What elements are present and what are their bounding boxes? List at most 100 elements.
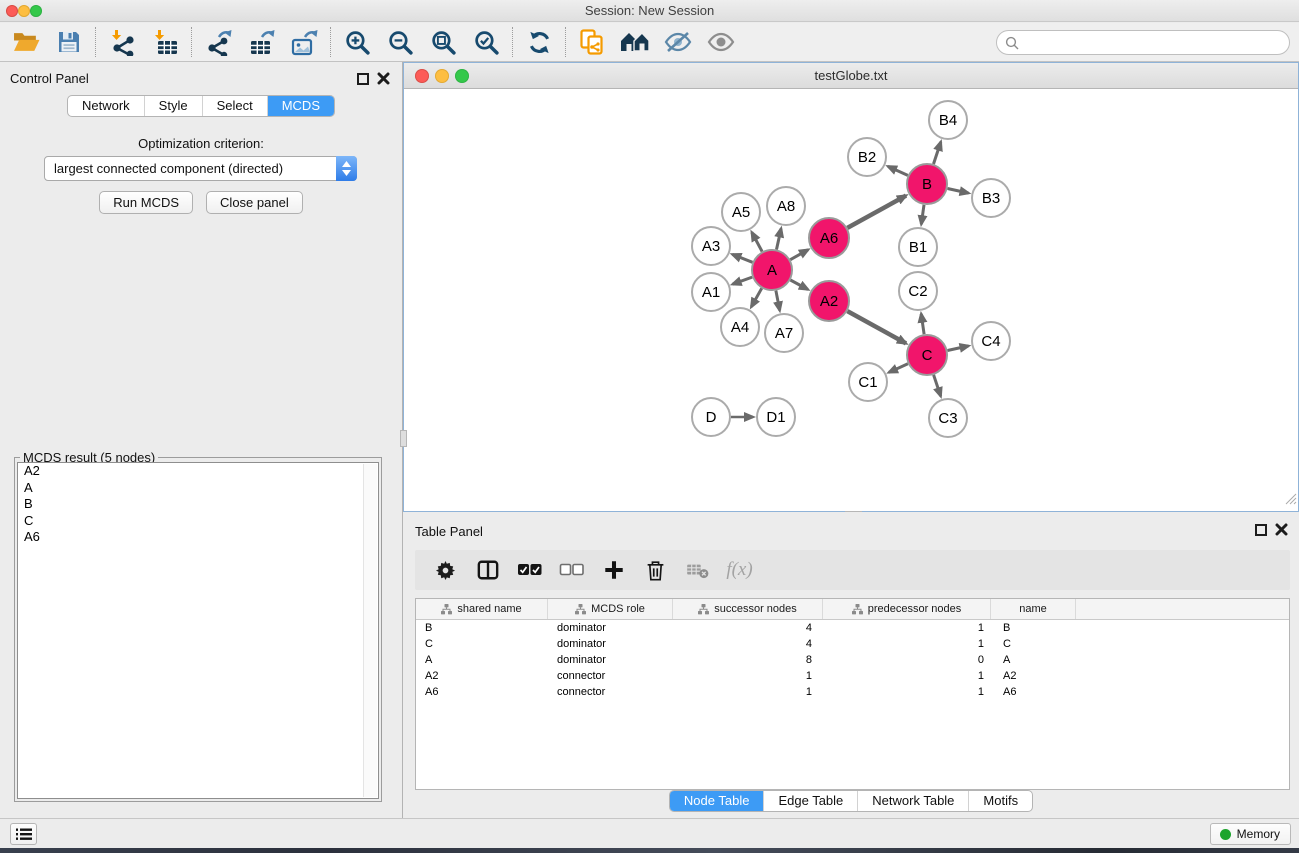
zoom-selected-button[interactable] xyxy=(471,27,501,57)
task-history-button[interactable] xyxy=(10,823,37,845)
graph-edge-C-C2[interactable] xyxy=(921,314,924,334)
graph-node-D[interactable]: D xyxy=(692,398,730,436)
close-panel-icon[interactable] xyxy=(377,72,390,85)
export-network-button[interactable] xyxy=(203,27,233,57)
tab-mcds[interactable]: MCDS xyxy=(267,96,334,116)
import-table-button[interactable] xyxy=(150,27,180,57)
close-panel-icon[interactable] xyxy=(1275,523,1288,536)
graph-node-A[interactable]: A xyxy=(752,250,792,290)
table-row[interactable]: Bdominator41B xyxy=(416,620,1289,636)
graph-node-A7[interactable]: A7 xyxy=(765,314,803,352)
mcds-result-item[interactable]: B xyxy=(18,496,378,513)
graph-edge-A-A4[interactable] xyxy=(751,288,761,307)
network-canvas[interactable]: A A1 A2 A3 A4 A5 A6 A7 A8 B B1 B2 B3 B4 C C1 C2 C3 C4 D D1 xyxy=(404,89,1298,511)
mcds-result-item[interactable]: C xyxy=(18,513,378,530)
table-row[interactable]: Adominator80A xyxy=(416,652,1289,668)
tab-select[interactable]: Select xyxy=(202,96,267,116)
graph-node-D1[interactable]: D1 xyxy=(757,398,795,436)
graph-edge-A-A6[interactable] xyxy=(790,250,808,260)
tab-motifs[interactable]: Motifs xyxy=(968,791,1032,811)
mcds-result-list[interactable]: A2ABCA6 xyxy=(17,462,379,799)
graph-edge-B-B1[interactable] xyxy=(921,205,924,224)
zoom-fit-button[interactable] xyxy=(428,27,458,57)
column-header-shared-name[interactable]: shared name xyxy=(416,599,548,619)
column-header-predecessor-nodes[interactable]: predecessor nodes xyxy=(823,599,991,619)
show-all-button[interactable] xyxy=(706,27,736,57)
delete-table-button[interactable] xyxy=(684,557,711,584)
zoom-in-button[interactable] xyxy=(342,27,372,57)
save-session-button[interactable] xyxy=(54,27,84,57)
graph-node-C[interactable]: C xyxy=(907,335,947,375)
export-image-button[interactable] xyxy=(289,27,319,57)
show-columns-button[interactable] xyxy=(474,557,501,584)
deselect-all-button[interactable] xyxy=(558,557,585,584)
mcds-result-item[interactable]: A xyxy=(18,480,378,497)
column-header-name[interactable]: name xyxy=(991,599,1076,619)
mcds-result-item[interactable]: A6 xyxy=(18,529,378,546)
table-row[interactable]: A6connector11A6 xyxy=(416,684,1289,700)
splitter-grip-vertical[interactable] xyxy=(400,430,407,447)
graph-node-C3[interactable]: C3 xyxy=(929,399,967,437)
tab-style[interactable]: Style xyxy=(144,96,202,116)
graph-node-A6[interactable]: A6 xyxy=(809,218,849,258)
graph-node-A3[interactable]: A3 xyxy=(692,227,730,265)
table-settings-button[interactable] xyxy=(432,557,459,584)
graph-edge-B-B3[interactable] xyxy=(948,189,969,194)
export-table-button[interactable] xyxy=(246,27,276,57)
refresh-view-button[interactable] xyxy=(524,27,554,57)
mcds-result-item[interactable]: A2 xyxy=(18,463,378,480)
hide-unselected-button[interactable] xyxy=(663,27,693,57)
graph-node-C4[interactable]: C4 xyxy=(972,322,1010,360)
graph-edge-A2-C[interactable] xyxy=(847,311,906,343)
function-builder-button[interactable]: f(x) xyxy=(726,557,753,584)
graph-node-B2[interactable]: B2 xyxy=(848,138,886,176)
graph-node-C1[interactable]: C1 xyxy=(849,363,887,401)
graph-node-A4[interactable]: A4 xyxy=(721,308,759,346)
zoom-out-button[interactable] xyxy=(385,27,415,57)
graph-node-A8[interactable]: A8 xyxy=(767,187,805,225)
graph-node-A1[interactable]: A1 xyxy=(692,273,730,311)
graph-node-B4[interactable]: B4 xyxy=(929,101,967,139)
graph-edge-A-A1[interactable] xyxy=(733,277,753,284)
column-header-successor-nodes[interactable]: successor nodes xyxy=(673,599,823,619)
graph-edge-B-B4[interactable] xyxy=(934,142,941,164)
window-resize-grip[interactable] xyxy=(1285,492,1297,510)
run-mcds-button[interactable]: Run MCDS xyxy=(99,191,193,214)
tab-node-table[interactable]: Node Table xyxy=(670,791,764,811)
home-button[interactable] xyxy=(620,27,650,57)
graph-node-B3[interactable]: B3 xyxy=(972,179,1010,217)
tab-edge-table[interactable]: Edge Table xyxy=(763,791,857,811)
graph-edge-A-A2[interactable] xyxy=(790,280,808,290)
graph-node-C2[interactable]: C2 xyxy=(899,272,937,310)
graph-edge-C-C3[interactable] xyxy=(934,375,941,396)
tab-network-table[interactable]: Network Table xyxy=(857,791,968,811)
scrollbar-track[interactable] xyxy=(363,464,377,797)
graph-edge-B-B2[interactable] xyxy=(888,166,908,175)
select-all-button[interactable] xyxy=(516,557,543,584)
table-row[interactable]: Cdominator41C xyxy=(416,636,1289,652)
graph-edge-C-C4[interactable] xyxy=(948,346,969,351)
open-session-button[interactable] xyxy=(11,27,41,57)
graph-edge-A-A8[interactable] xyxy=(777,229,782,250)
clone-network-button[interactable] xyxy=(577,27,607,57)
add-column-button[interactable] xyxy=(600,557,627,584)
graph-node-B1[interactable]: B1 xyxy=(899,228,937,266)
graph-node-A2[interactable]: A2 xyxy=(809,281,849,321)
import-network-button[interactable] xyxy=(107,27,137,57)
column-header-mcds-role[interactable]: MCDS role xyxy=(548,599,673,619)
graph-node-A5[interactable]: A5 xyxy=(722,193,760,231)
graph-edge-A-A5[interactable] xyxy=(752,232,762,251)
table-row[interactable]: A2connector11A2 xyxy=(416,668,1289,684)
graph-node-B[interactable]: B xyxy=(907,164,947,204)
float-panel-icon[interactable] xyxy=(357,73,369,85)
delete-columns-button[interactable] xyxy=(642,557,669,584)
tab-network[interactable]: Network xyxy=(68,96,144,116)
graph-edge-A-A7[interactable] xyxy=(776,291,780,311)
graph-edge-A-A3[interactable] xyxy=(732,254,752,262)
graph-edge-A6-B[interactable] xyxy=(847,196,906,228)
float-panel-icon[interactable] xyxy=(1255,524,1267,536)
close-panel-button[interactable]: Close panel xyxy=(206,191,303,214)
criterion-dropdown[interactable]: largest connected component (directed) xyxy=(44,156,357,181)
search-input[interactable] xyxy=(1024,33,1289,53)
memory-button[interactable]: Memory xyxy=(1210,823,1291,845)
